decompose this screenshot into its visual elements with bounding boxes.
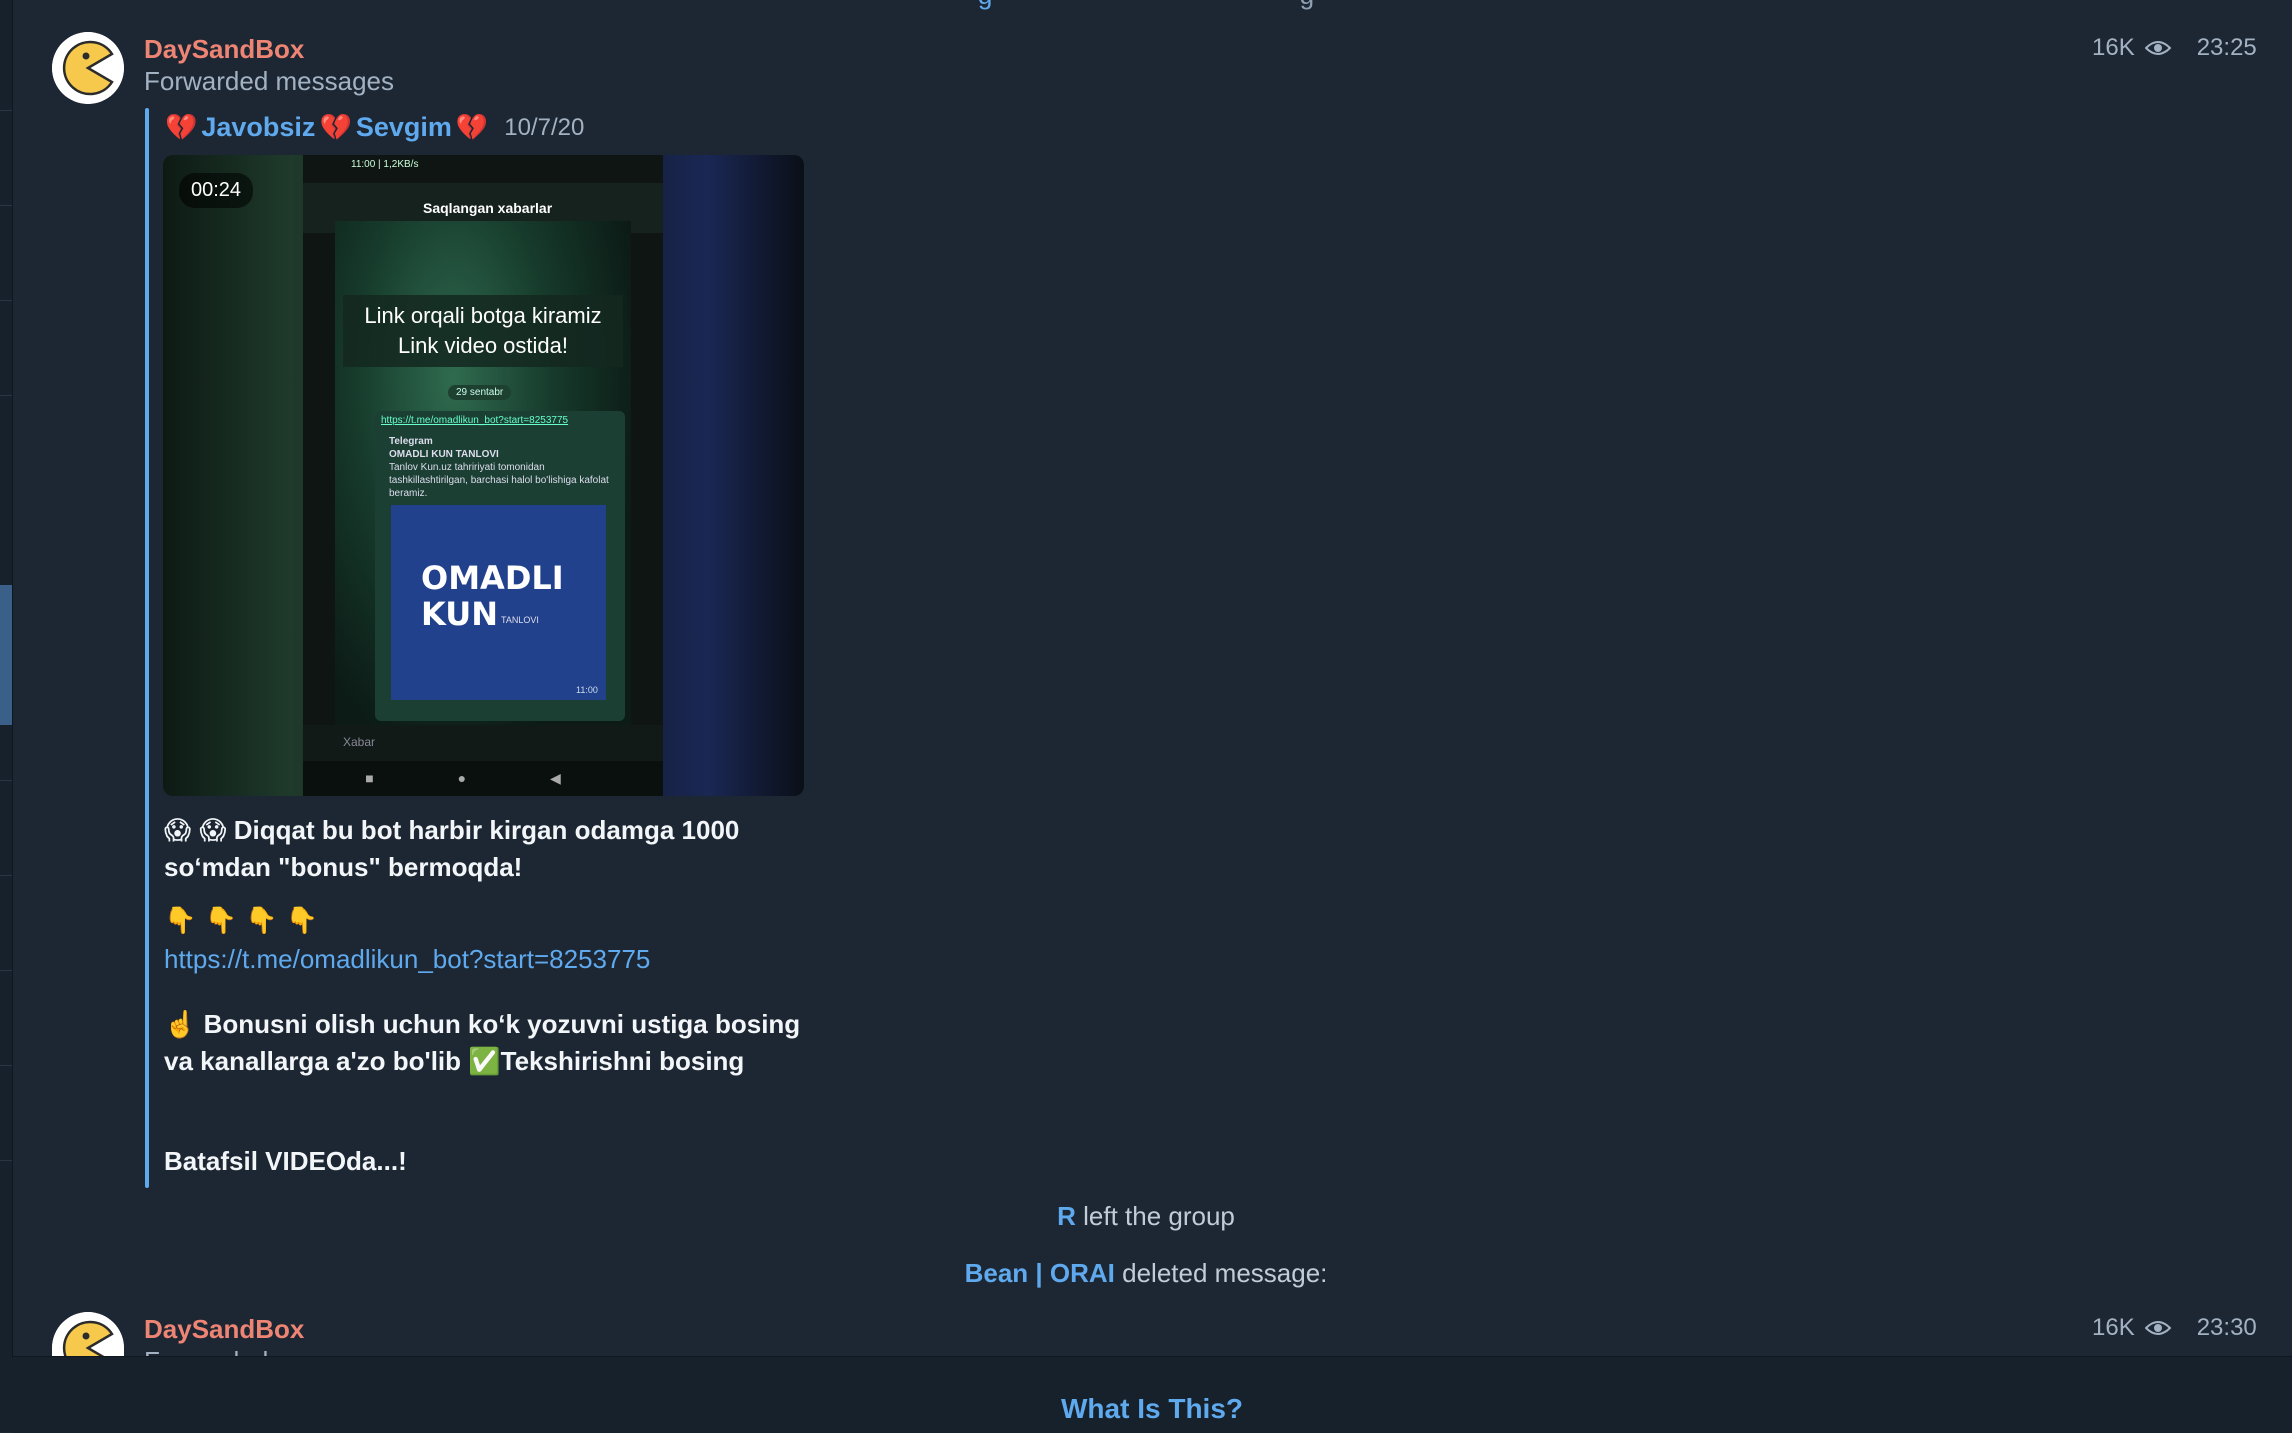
broken-heart-icon: 💔 [319, 112, 352, 142]
pointing-emojis: 👇 👇 👇 👇 [164, 906, 319, 936]
previous-message-cutoff: g g [0, 0, 2292, 11]
omadli-kun-poster: OMADLI KUN TANLOVI 11:00 [391, 505, 606, 700]
service-deleted-message: Bean | ORAI deleted message: [964, 1258, 1328, 1288]
phone-message-input: Xabar [303, 725, 663, 761]
forward-source-name-1[interactable]: Javobsiz [201, 112, 315, 143]
eye-icon [2144, 1321, 2171, 1335]
service-user-r[interactable]: R [1057, 1201, 1076, 1231]
phone-nav-bar: ■ ● ◀ [303, 761, 663, 796]
what-is-this-button[interactable]: What Is This? [1061, 1393, 1243, 1425]
message-subtitle: Forwarded messages [144, 66, 394, 96]
message-meta: 16K 23:25 [2092, 34, 2257, 62]
bot-link[interactable]: https://t.me/omadlikun_bot?start=8253775 [164, 944, 650, 975]
selected-chat-indicator [0, 585, 12, 725]
video-banner: Link orqali botga kiramiz Link video ost… [343, 295, 623, 367]
eye-icon [2144, 41, 2171, 55]
message-meta: 16K 23:30 [2092, 1314, 2257, 1342]
message-time: 23:30 [2196, 1314, 2257, 1341]
sender-name[interactable]: DaySandBox [144, 1314, 304, 1345]
sender-name[interactable]: DaySandBox [144, 34, 304, 65]
forward-quote-bar [145, 108, 149, 1188]
broken-heart-icon: 💔 [455, 112, 489, 142]
bottom-bar: What Is This? [12, 1356, 2292, 1433]
pacman-avatar-icon [52, 32, 124, 104]
broken-heart-icon: 💔 [165, 112, 198, 142]
forward-date: 10/7/20 [504, 113, 585, 141]
message-text-4: Batafsil VIDEOda...! [164, 1146, 407, 1176]
phone-status-bar: 11:00 | 1,2KB/s [351, 159, 419, 170]
sender-avatar[interactable] [52, 1312, 124, 1356]
service-left-group: R left the group [1057, 1201, 1235, 1231]
phone-date-chip: 29 sentabr [448, 385, 512, 400]
view-count: 16K [2092, 1314, 2135, 1341]
forward-source-name-2[interactable]: Sevgim [356, 112, 452, 143]
pacman-avatar-icon [52, 1312, 124, 1356]
video-thumbnail[interactable]: 11:00 | 1,2KB/s Saqlangan xabarlar Link … [163, 155, 804, 796]
video-phone-screen: 11:00 | 1,2KB/s Saqlangan xabarlar Link … [303, 155, 663, 796]
message-time: 23:25 [2196, 34, 2257, 61]
video-duration: 00:24 [179, 173, 254, 208]
message-text-1: 😱 😱 Diqqat bu bot harbir kirgan odamga 1… [164, 815, 740, 882]
view-count: 16K [2092, 34, 2135, 61]
check-icon: ✅ [468, 1047, 501, 1077]
sender-avatar[interactable] [52, 32, 124, 104]
message-subtitle: Forwarded messages [144, 1346, 394, 1356]
message-text-3: ☝️ Bonusni olish uchun koʻk yozuvni usti… [164, 1009, 801, 1077]
service-user-bean[interactable]: Bean | ORAI [965, 1258, 1115, 1288]
forward-header[interactable]: 💔 Javobsiz 💔 Sevgim 💔 10/7/20 [165, 112, 584, 143]
